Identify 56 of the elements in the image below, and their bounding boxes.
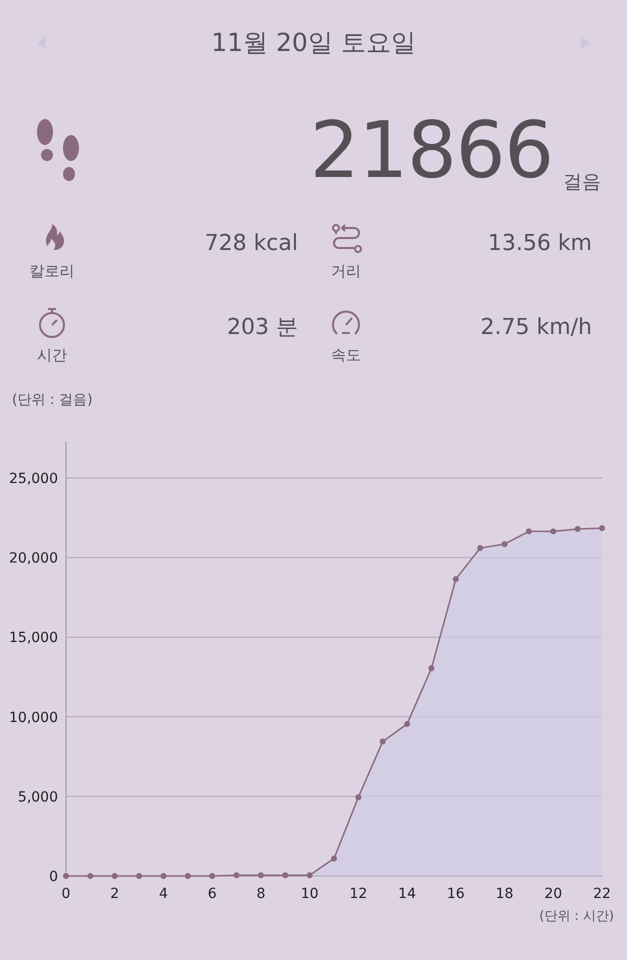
stat-value: 2.75 km/h xyxy=(479,314,593,342)
y-tick-label: 5,000 xyxy=(18,789,58,806)
data-point xyxy=(136,873,142,879)
data-point xyxy=(209,873,216,879)
step-unit: 걸음 xyxy=(563,170,601,194)
data-point xyxy=(452,576,459,582)
stat-label: 거리 xyxy=(331,260,361,282)
data-point xyxy=(184,873,191,879)
data-point xyxy=(258,872,264,878)
x-tick-label: 8 xyxy=(256,886,266,902)
x-tick-label: 4 xyxy=(159,886,168,902)
y-tick-label: 15,000 xyxy=(9,630,58,646)
stopwatch-icon xyxy=(36,306,68,338)
data-point xyxy=(160,873,166,879)
step-count: 21866 xyxy=(310,112,553,190)
y-tick-label: 0 xyxy=(49,869,58,885)
data-point xyxy=(112,873,118,879)
x-tick-label: 2 xyxy=(110,886,120,902)
data-point xyxy=(404,720,410,727)
x-tick-label: 10 xyxy=(300,886,319,902)
y-tick-label: 25,000 xyxy=(9,471,58,487)
x-tick-label: 0 xyxy=(62,886,70,902)
stat-label: 속도 xyxy=(331,344,361,366)
data-point xyxy=(282,872,288,878)
data-point xyxy=(63,873,69,879)
y-tick-label: 20,000 xyxy=(9,550,58,567)
data-point xyxy=(526,528,532,534)
x-tick-label: 12 xyxy=(349,886,368,902)
x-tick-label: 6 xyxy=(208,886,217,902)
x-tick-label: 18 xyxy=(496,886,514,902)
unit-label: (단위 : 걸음) xyxy=(12,391,94,410)
stat-value: 13.56 km xyxy=(486,230,593,258)
x-tick-label: 22 xyxy=(593,886,611,902)
route-icon xyxy=(330,222,362,254)
x-tick-label: 20 xyxy=(544,886,562,902)
data-point xyxy=(306,872,313,878)
x-tick-label: 14 xyxy=(398,886,416,902)
stat-label: 시간 xyxy=(37,344,67,366)
date-title: 11월 20일 토요일 xyxy=(211,27,416,60)
data-point xyxy=(87,873,94,879)
data-point xyxy=(574,526,581,532)
data-point xyxy=(550,528,556,534)
data-point xyxy=(428,665,434,672)
stat-value: 728 kcal xyxy=(204,230,299,258)
data-point xyxy=(599,525,605,532)
data-point xyxy=(355,794,362,800)
data-point xyxy=(502,541,508,548)
data-point xyxy=(380,738,386,744)
x-unit-label: (단위 : 시간) xyxy=(539,909,614,923)
data-point xyxy=(331,856,337,862)
data-point xyxy=(477,545,484,552)
y-tick-label: 10,000 xyxy=(9,710,58,726)
x-tick-label: 16 xyxy=(446,886,465,902)
data-point xyxy=(234,872,240,878)
stat-value: 203 분 xyxy=(226,314,299,342)
stat-label: 칼로리 xyxy=(30,260,74,282)
